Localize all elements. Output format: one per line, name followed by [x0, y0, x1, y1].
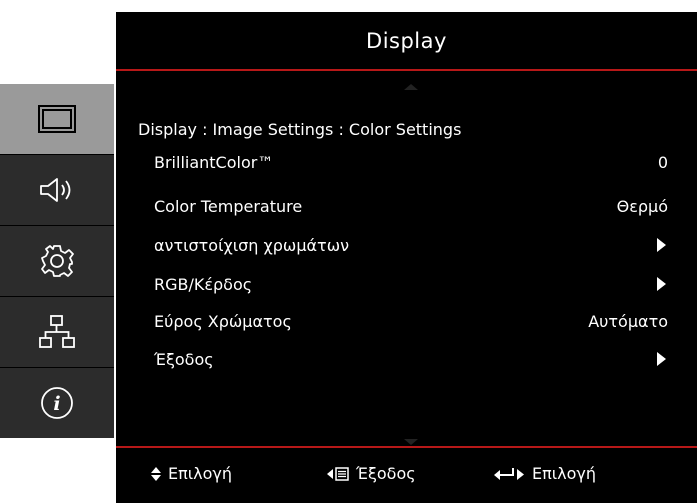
menu-item-label: αντιστοίχιση χρωμάτων — [154, 235, 350, 255]
menu-item-label: BrilliantColor™ — [154, 152, 274, 172]
gear-icon — [41, 245, 74, 277]
osd-panel: Display Display : Image Settings : Color… — [116, 12, 697, 503]
breadcrumb: Display : Image Settings : Color Setting… — [138, 120, 462, 139]
menu-item-rgb-gain[interactable]: RGB/Κέρδος — [154, 270, 668, 298]
hint-select: Επιλογή — [150, 464, 232, 483]
menu-item-color-matching[interactable]: αντιστοίχιση χρωμάτων — [154, 231, 668, 259]
info-icon: i — [41, 387, 73, 419]
submenu-arrow-icon — [657, 277, 666, 291]
speaker-icon — [40, 178, 71, 202]
svg-text:i: i — [53, 393, 60, 415]
up-down-icon — [151, 466, 161, 481]
network-icon — [39, 315, 75, 348]
menu-item-label: Έξοδος — [154, 349, 214, 369]
sidebar-item-info[interactable]: i — [0, 368, 114, 438]
menu-back-icon — [327, 466, 349, 481]
scroll-down-icon[interactable] — [404, 439, 418, 445]
menu-item-label: RGB/Κέρδος — [154, 274, 253, 294]
menu-item-value: Αυτόματο — [588, 311, 668, 331]
sidebar-item-network[interactable] — [0, 297, 114, 367]
submenu-arrow-icon — [657, 352, 666, 366]
sidebar-item-display[interactable] — [0, 84, 114, 154]
page-title: Display — [366, 28, 447, 53]
menu-item-exit[interactable]: Έξοδος — [154, 345, 668, 373]
enter-icon — [494, 467, 524, 480]
hint-enter: Επιλογή — [492, 464, 596, 483]
hint-exit: Έξοδος — [326, 464, 416, 483]
menu-item-brilliantcolor[interactable]: BrilliantColor™ 0 — [154, 148, 668, 176]
menu-item-color-gamut[interactable]: Εύρος Χρώματος Αυτόματο — [154, 307, 668, 335]
scroll-up-icon[interactable] — [404, 84, 418, 90]
display-icon — [38, 105, 76, 133]
header-divider — [116, 69, 697, 71]
sidebar-item-setup[interactable] — [0, 226, 114, 296]
menu-item-value: 0 — [657, 152, 668, 172]
submenu-arrow-icon — [657, 238, 666, 252]
menu-item-value: Θερμό — [616, 196, 668, 216]
sidebar-item-audio[interactable] — [0, 155, 114, 225]
menu-item-label: Color Temperature — [154, 196, 303, 216]
footer-hints: Επιλογή Έξοδος Επιλογή — [116, 448, 697, 503]
menu-item-color-temperature[interactable]: Color Temperature Θερμό — [154, 192, 668, 220]
menu-item-label: Εύρος Χρώματος — [154, 311, 292, 331]
